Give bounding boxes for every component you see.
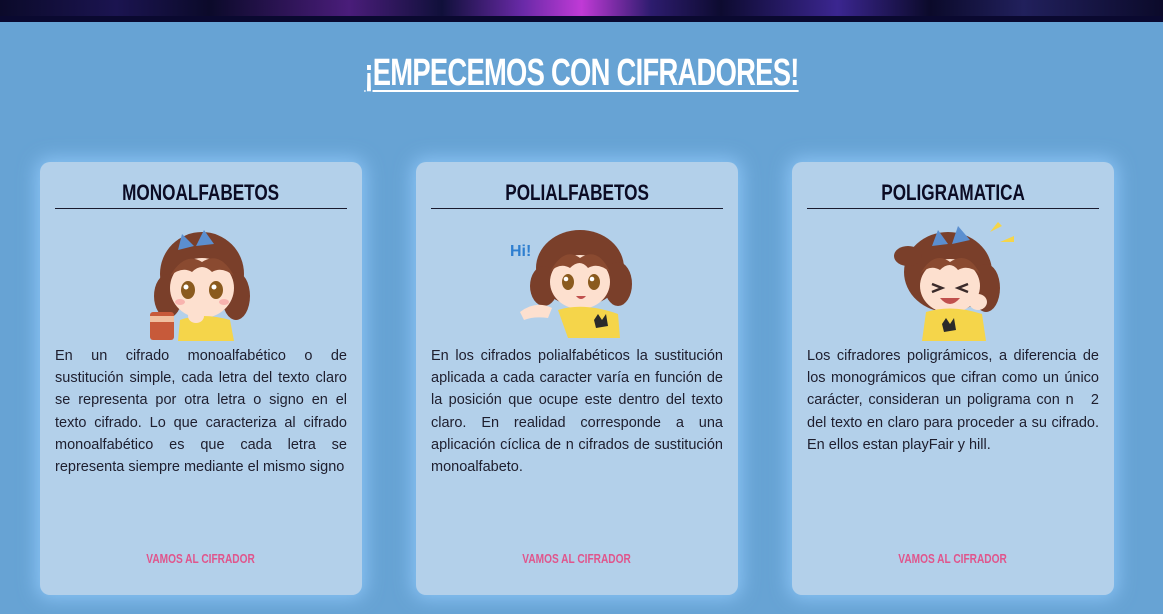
hi-text: Hi! <box>510 243 531 260</box>
top-banner-image <box>0 0 1163 22</box>
vamos-al-cifrador-link[interactable]: VAMOS AL CIFRADOR <box>40 548 362 567</box>
link-label: VAMOS AL CIFRADOR <box>522 551 632 566</box>
card-description: En un cifrado monoalfabético o de sustit… <box>55 348 352 476</box>
vamos-al-cifrador-link[interactable]: VAMOS AL CIFRADOR <box>792 548 1114 567</box>
page-title: ¡EMPECEMOS CON CIFRADORES! <box>364 52 799 94</box>
card-monoalfabetos: MONOALFABETOS En un cifrado monoalfabéti… <box>40 162 362 595</box>
card-polialfabetos: POLIALFABETOS Hi! En los cifrados polial… <box>416 162 738 595</box>
card-title: MONOALFABETOS <box>55 178 347 209</box>
link-label: VAMOS AL CIFRADOR <box>898 551 1008 566</box>
card-title-text: POLIGRAMATICA <box>881 180 1025 205</box>
card-title-text: POLIALFABETOS <box>505 180 649 205</box>
link-label: VAMOS AL CIFRADOR <box>146 551 256 566</box>
vamos-al-cifrador-link[interactable]: VAMOS AL CIFRADOR <box>416 548 738 567</box>
card-description: Los cifradores poligrámicos, a diferenci… <box>807 348 1104 453</box>
chibi-girl-waving-illustration: Hi! <box>510 230 632 338</box>
card-title-text: MONOALFABETOS <box>122 180 280 205</box>
card-description: En los cifrados polialfabéticos la susti… <box>431 348 728 476</box>
chibi-girl-drinking-illustration <box>150 230 250 341</box>
card-title: POLIGRAMATICA <box>807 178 1099 209</box>
card-title: POLIALFABETOS <box>431 178 723 209</box>
card-poligramatica: POLIGRAMATICA Los cifradores poligrámico… <box>792 162 1114 595</box>
chibi-girl-laughing-illustration <box>894 222 1014 341</box>
